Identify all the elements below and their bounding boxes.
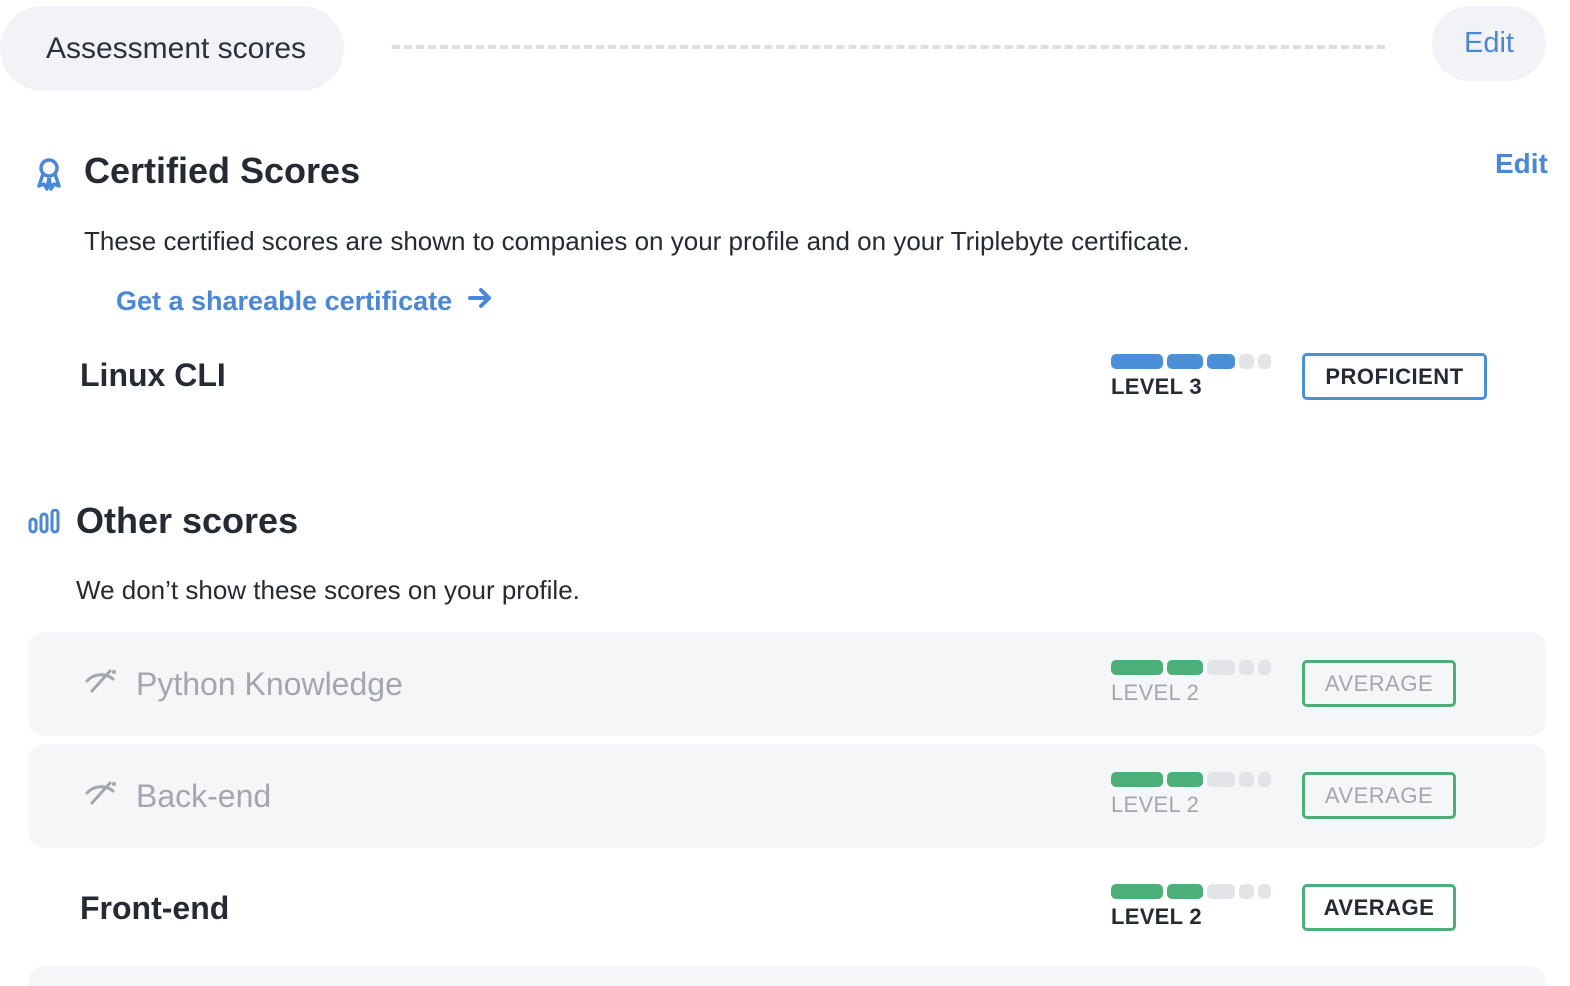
- score-row-back-end[interactable]: Back-end LEVEL 2 AVERAGE: [28, 744, 1546, 848]
- level-bar: [1167, 660, 1203, 675]
- score-name: Python Knowledge: [136, 666, 403, 702]
- level-bars: [1111, 772, 1271, 788]
- header-divider: [392, 45, 1385, 49]
- level-bar: [1258, 772, 1271, 787]
- level-bar: [1111, 660, 1163, 675]
- other-section-title: Other scores: [76, 500, 299, 541]
- level-bar: [1258, 660, 1271, 675]
- level-bar: [1239, 772, 1254, 787]
- level-meter: LEVEL 3: [1111, 354, 1271, 400]
- level-bar: [1111, 884, 1163, 899]
- level-bars: [1111, 884, 1271, 900]
- score-row-python-knowledge[interactable]: Python Knowledge LEVEL 2 AVERAGE: [28, 632, 1546, 736]
- level-bar: [1207, 772, 1235, 787]
- section-header-title: Assessment scores: [45, 31, 307, 65]
- award-icon: [33, 156, 65, 197]
- shareable-certificate-label: Get a shareable certificate: [116, 286, 453, 316]
- level-label: LEVEL 3: [1111, 374, 1202, 399]
- arrow-right-icon: [468, 286, 494, 317]
- rating-badge: AVERAGE: [1302, 660, 1456, 707]
- score-name: Back-end: [136, 778, 272, 814]
- level-label: LEVEL 2: [1111, 680, 1200, 705]
- rating-badge: PROFICIENT: [1302, 353, 1487, 400]
- next-row-partial: [28, 966, 1546, 986]
- score-name-wrapper: Python Knowledge: [84, 666, 403, 703]
- eye-off-icon: [84, 666, 118, 703]
- bar-chart-icon: [28, 508, 62, 540]
- score-name: Front-end: [80, 890, 230, 926]
- level-bar: [1167, 772, 1203, 787]
- level-bar: [1111, 772, 1163, 787]
- certified-description: These certified scores are shown to comp…: [84, 226, 1190, 256]
- score-name: Linux CLI: [80, 357, 226, 393]
- section-header-pill: Assessment scores: [0, 6, 344, 91]
- level-bar: [1167, 354, 1203, 369]
- level-bar: [1258, 354, 1271, 369]
- header-edit-label: Edit: [1464, 27, 1514, 59]
- rating-badge: AVERAGE: [1302, 884, 1456, 931]
- level-meter: LEVEL 2: [1111, 772, 1271, 818]
- level-bar: [1258, 884, 1271, 899]
- level-bar: [1207, 354, 1235, 369]
- rating-badge: AVERAGE: [1302, 772, 1456, 819]
- level-bar: [1167, 884, 1203, 899]
- eye-off-icon: [84, 778, 118, 815]
- level-bars: [1111, 354, 1271, 370]
- certified-edit-link[interactable]: Edit: [1495, 148, 1548, 180]
- level-bars: [1111, 660, 1271, 676]
- level-label: LEVEL 2: [1111, 792, 1200, 817]
- score-row-linux-cli: Linux CLI LEVEL 3 PROFICIENT: [28, 325, 1546, 429]
- other-description: We don’t show these scores on your profi…: [76, 575, 580, 605]
- level-bar: [1111, 354, 1163, 369]
- level-bar: [1207, 660, 1235, 675]
- level-meter: LEVEL 2: [1111, 660, 1271, 706]
- level-bar: [1239, 884, 1254, 899]
- certified-section-title: Certified Scores: [84, 150, 361, 191]
- header-edit-button[interactable]: Edit: [1432, 6, 1546, 81]
- shareable-certificate-link[interactable]: Get a shareable certificate: [116, 286, 494, 317]
- score-name-wrapper: Back-end: [84, 778, 271, 815]
- score-row-front-end[interactable]: Front-end LEVEL 2 AVERAGE: [28, 856, 1546, 960]
- level-bar: [1207, 884, 1235, 899]
- level-label: LEVEL 2: [1111, 904, 1202, 929]
- level-meter: LEVEL 2: [1111, 884, 1271, 930]
- level-bar: [1239, 660, 1254, 675]
- level-bar: [1239, 354, 1254, 369]
